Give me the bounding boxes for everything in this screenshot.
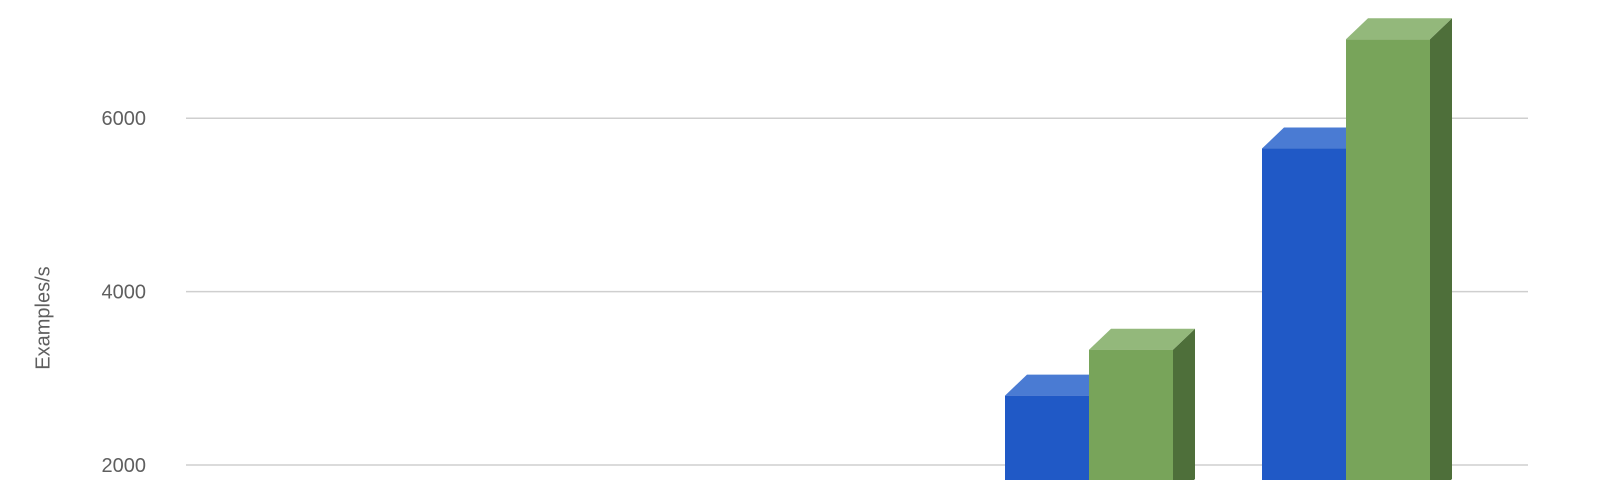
bar xyxy=(1089,328,1195,480)
bar-side xyxy=(1430,18,1452,480)
chart: Examples/s 2000 4000 6000 xyxy=(0,0,1600,480)
bar-side xyxy=(1173,328,1195,480)
bar-front xyxy=(1005,395,1089,480)
y-tick-label: 6000 xyxy=(102,108,147,130)
bar-front xyxy=(1262,148,1346,480)
bar xyxy=(1346,18,1452,480)
bar-front xyxy=(1089,349,1173,480)
bar-front xyxy=(1346,39,1430,480)
chart-plot: 2000 4000 6000 xyxy=(102,18,1528,480)
y-tick-label: 4000 xyxy=(102,282,147,304)
y-tick-label: 2000 xyxy=(102,455,147,477)
